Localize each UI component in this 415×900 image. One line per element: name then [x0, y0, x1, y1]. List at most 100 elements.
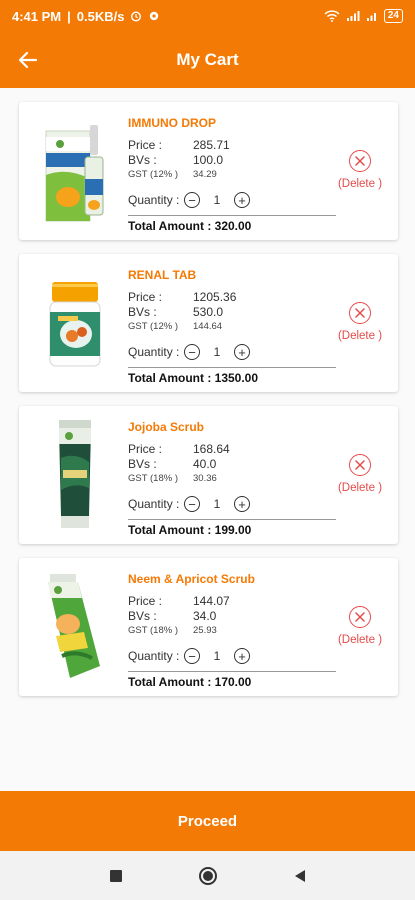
price-value: 285.71 [193, 137, 230, 152]
bvs-value: 34.0 [193, 608, 217, 623]
bvs-value: 40.0 [193, 456, 217, 471]
decrease-quantity-button[interactable]: − [184, 344, 200, 360]
decrease-quantity-button[interactable]: − [184, 192, 200, 208]
decrease-quantity-button[interactable]: − [184, 496, 200, 512]
close-circle-icon [349, 150, 371, 172]
delete-label: (Delete ) [337, 482, 383, 494]
decrease-quantity-button[interactable]: − [184, 648, 200, 664]
quantity-label: Quantity : [128, 649, 180, 663]
quantity-label: Quantity : [128, 345, 180, 359]
gst-label: GST (12% ) [128, 320, 178, 332]
dropper-bottle-box-icon [33, 114, 117, 230]
increase-quantity-button[interactable]: + [234, 496, 250, 512]
quantity-label: Quantity : [128, 193, 180, 207]
gst-value: 144.64 [193, 320, 223, 332]
increase-quantity-button[interactable]: + [234, 648, 250, 664]
quantity-value: 1 [213, 193, 221, 207]
navigation-bar [0, 851, 415, 900]
quantity-stepper: Quantity : − 1 + [128, 341, 338, 363]
item-info: IMMUNO DROP Price : 285.71 BVs : 100.0 GST… [128, 116, 338, 233]
app-bar: My Cart [0, 32, 415, 88]
recent-apps-button[interactable] [104, 864, 128, 888]
status-speed: 0.5KB/s [76, 8, 125, 24]
battery-icon: 24 [383, 9, 403, 23]
status-bar: 4:41 PM | 0.5KB/s 24 [0, 0, 415, 32]
price-value: 1205.36 [193, 289, 237, 304]
delete-label: (Delete ) [337, 330, 383, 342]
product-name: Jojoba Scrub [128, 420, 205, 434]
delete-button[interactable]: (Delete ) [330, 302, 390, 342]
delete-button[interactable]: (Delete ) [330, 454, 390, 494]
quantity-stepper: Quantity : − 1 + [128, 189, 338, 211]
quantity-value: 1 [213, 497, 221, 511]
triangle-back-icon [294, 869, 305, 882]
gst-value: 25.93 [193, 624, 217, 636]
wifi-icon [324, 10, 340, 22]
bvs-label: BVs : [128, 304, 157, 319]
signal-icon-2 [366, 13, 376, 21]
quantity-stepper: Quantity : − 1 + [128, 645, 338, 667]
item-info: Neem & Apricot Scrub Price : 144.07 BVs :… [128, 572, 338, 689]
quantity-stepper: Quantity : − 1 + [128, 493, 338, 515]
delete-button[interactable]: (Delete ) [330, 606, 390, 646]
home-button[interactable] [196, 864, 220, 888]
cart-list: IMMUNO DROP Price : 285.71 BVs : 100.0 GST… [0, 88, 415, 791]
price-value: 168.64 [193, 441, 230, 456]
pill-jar-icon [33, 266, 117, 382]
alarm-icon [131, 11, 142, 22]
price-label: Price : [128, 137, 163, 152]
cart-item: Neem & Apricot Scrub Price : 144.07 BVs :… [19, 558, 398, 696]
status-time: 4:41 PM [12, 8, 62, 24]
cart-item: Jojoba Scrub Price : 168.64 BVs : 40.0 GST… [19, 406, 398, 544]
close-circle-icon [349, 606, 371, 628]
product-name: RENAL TAB [128, 268, 197, 282]
total-amount: Total Amount : 1350.00 [128, 371, 259, 385]
bvs-label: BVs : [128, 608, 157, 623]
arrow-left-icon [18, 51, 38, 69]
close-circle-icon [349, 302, 371, 324]
back-nav-button[interactable] [288, 864, 312, 888]
green-tube-icon [33, 570, 117, 686]
price-label: Price : [128, 593, 163, 608]
divider [128, 215, 336, 216]
back-button[interactable] [14, 46, 42, 74]
price-value: 144.07 [193, 593, 230, 608]
item-info: RENAL TAB Price : 1205.36 BVs : 530.0 GST … [128, 268, 338, 385]
dark-tube-icon [33, 418, 117, 534]
bvs-value: 530.0 [193, 304, 224, 319]
square-icon [109, 869, 122, 882]
close-circle-icon [349, 454, 371, 476]
delete-label: (Delete ) [337, 634, 383, 646]
quantity-label: Quantity : [128, 497, 180, 511]
settings-icon [150, 11, 159, 21]
gst-label: GST (18% ) [128, 624, 178, 636]
signal-icon [346, 11, 360, 21]
total-amount: Total Amount : 199.00 [128, 523, 252, 537]
bvs-value: 100.0 [193, 152, 224, 167]
divider [128, 671, 336, 672]
increase-quantity-button[interactable]: + [234, 344, 250, 360]
gst-label: GST (18% ) [128, 472, 178, 484]
total-amount: Total Amount : 170.00 [128, 675, 252, 689]
bvs-label: BVs : [128, 152, 157, 167]
quantity-value: 1 [213, 649, 221, 663]
gst-value: 34.29 [193, 168, 217, 180]
gst-value: 30.36 [193, 472, 217, 484]
delete-label: (Delete ) [337, 178, 383, 190]
home-circle-icon [198, 866, 217, 885]
product-name: Neem & Apricot Scrub [128, 572, 255, 586]
divider [128, 519, 336, 520]
bvs-label: BVs : [128, 456, 157, 471]
divider [128, 367, 336, 368]
quantity-value: 1 [213, 345, 221, 359]
increase-quantity-button[interactable]: + [234, 192, 250, 208]
cart-item: RENAL TAB Price : 1205.36 BVs : 530.0 GST … [19, 254, 398, 392]
product-name: IMMUNO DROP [128, 116, 216, 130]
item-info: Jojoba Scrub Price : 168.64 BVs : 40.0 GST… [128, 420, 338, 537]
gst-label: GST (12% ) [128, 168, 178, 180]
proceed-button[interactable]: Proceed [0, 791, 415, 851]
delete-button[interactable]: (Delete ) [330, 150, 390, 190]
price-label: Price : [128, 441, 163, 456]
total-amount: Total Amount : 320.00 [128, 219, 252, 233]
price-label: Price : [128, 289, 163, 304]
